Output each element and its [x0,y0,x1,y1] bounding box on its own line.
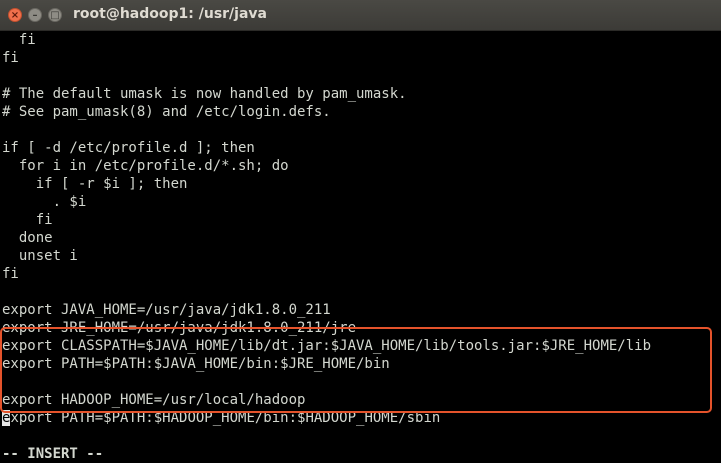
terminal-line-9: if [ -r $i ]; then [2,176,188,192]
minimize-window-button[interactable]: – [28,8,42,22]
window-titlebar[interactable]: × – □ root@hadoop1: /usr/java [0,0,721,31]
terminal-area[interactable]: fi fi # The default umask is now handled… [0,31,721,463]
terminal-line-1: fi [2,32,36,48]
window-title: root@hadoop1: /usr/java [73,6,267,22]
terminal-line-10: . $i [2,194,87,210]
terminal-line-14: fi [2,266,19,282]
terminal-line-11: fi [2,212,53,228]
terminal-line-2: fi [2,50,19,66]
maximize-window-button[interactable]: □ [48,8,62,22]
terminal-line-13: unset i [2,248,78,264]
highlight-annotation-box [0,327,712,413]
terminal-line-5: # See pam_umask(8) and /etc/login.defs. [2,104,331,120]
terminal-line-7: if [ -d /etc/profile.d ]; then [2,140,255,156]
terminal-line-16: export JAVA_HOME=/usr/java/jdk1.8.0_211 [2,302,331,318]
terminal-line-8: for i in /etc/profile.d/*.sh; do [2,158,289,174]
close-window-button[interactable]: × [8,8,22,22]
terminal-line-12: done [2,230,53,246]
vim-mode-status: -- INSERT -- [2,446,104,462]
terminal-line-4: # The default umask is now handled by pa… [2,86,407,102]
